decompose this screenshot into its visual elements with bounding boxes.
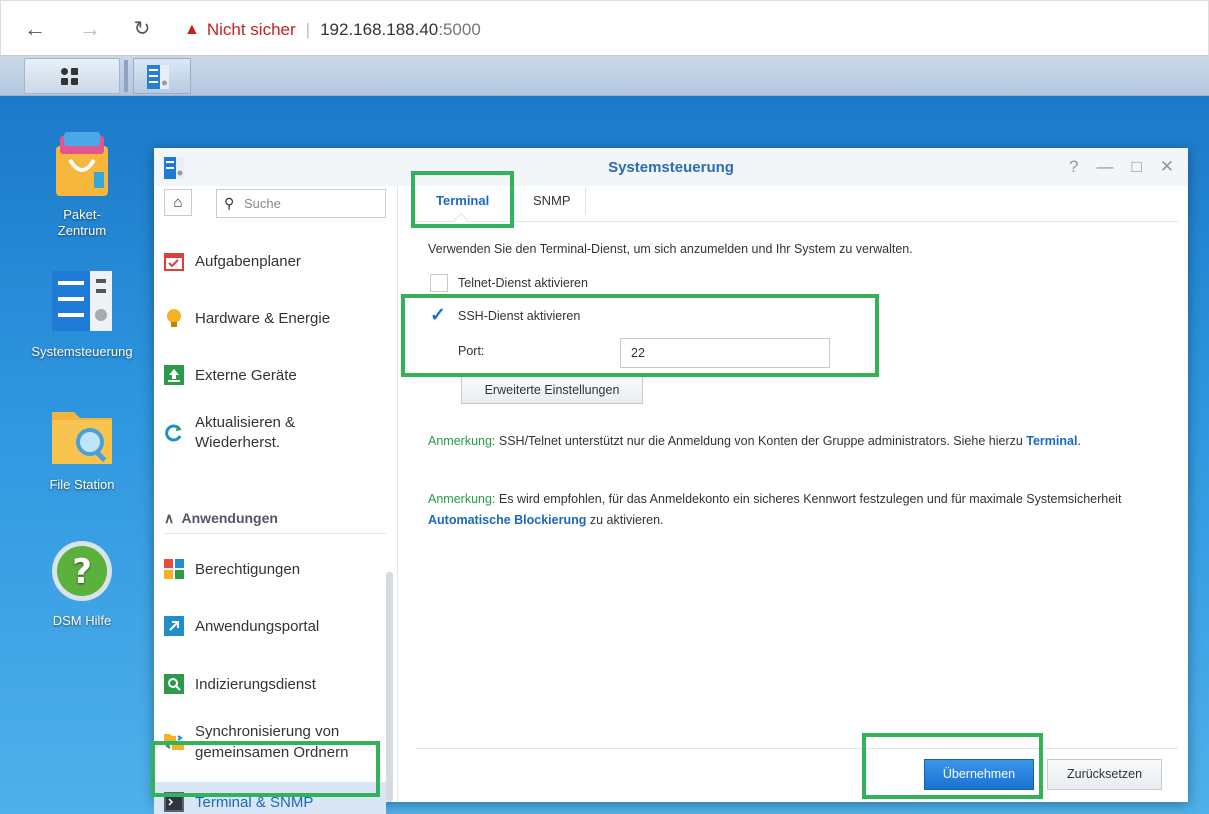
chevron-up-icon: ∧ <box>164 510 175 526</box>
address-separator: | <box>305 20 311 39</box>
terminal-link[interactable]: Terminal <box>1026 434 1077 448</box>
tab-snmp[interactable]: SNMP <box>533 193 571 208</box>
forward-arrow-icon[interactable]: → <box>76 15 104 43</box>
window-titlebar[interactable]: Systemsteuerung ? — □ ✕ <box>154 148 1188 186</box>
minimize-icon[interactable]: — <box>1096 157 1113 177</box>
taskbar-divider <box>124 60 128 92</box>
note-text: Es wird empfohlen, für das Anmeldekonto … <box>495 492 1122 506</box>
close-icon[interactable]: ✕ <box>1160 157 1174 177</box>
sidebar-section-applications[interactable]: ∧ Anwendungen <box>164 510 386 534</box>
content-pane: Terminal SNMP Verwenden Sie den Terminal… <box>416 186 1178 802</box>
back-arrow-icon[interactable]: ← <box>21 15 49 43</box>
window-controls: ? — □ ✕ <box>1069 157 1174 177</box>
search-input[interactable]: ⚲ Suche <box>216 189 386 218</box>
footer-divider <box>416 748 1178 749</box>
taskbar-control-panel-button[interactable] <box>133 58 191 94</box>
sidebar-item-label: Anwendungsportal <box>195 617 320 635</box>
note-label: Anmerkung: <box>428 492 496 506</box>
url-port: :5000 <box>438 20 481 39</box>
desktop-icon-label: File Station <box>49 477 115 492</box>
main-menu-button[interactable] <box>24 58 120 94</box>
highlight-box-sidebar-terminal <box>151 741 380 797</box>
note-end: . <box>1077 434 1081 448</box>
main-menu-icon <box>61 68 79 86</box>
sidebar-item-app-portal[interactable]: Anwendungsportal <box>164 611 386 641</box>
permissions-icon <box>164 559 184 579</box>
telnet-checkbox[interactable] <box>430 274 448 292</box>
note-end: zu aktivieren. <box>586 513 664 527</box>
portal-icon <box>164 616 184 636</box>
sidebar-scrollbar[interactable] <box>386 572 393 802</box>
sidebar-item-label: Aktualisieren & Wiederherst. <box>195 414 296 451</box>
maximize-icon[interactable]: □ <box>1131 157 1141 177</box>
control-panel-icon <box>52 271 112 331</box>
sidebar-item-label: Externe Geräte <box>195 366 297 384</box>
desktop-icon-label: Systemsteuerung <box>31 344 133 359</box>
help-icon[interactable]: ? <box>1069 157 1078 177</box>
tab-divider <box>585 188 586 214</box>
note-ssh-admin: Anmerkung: SSH/Telnet unterstützt nur di… <box>428 431 1148 452</box>
address-bar[interactable]: ▲ Nicht sicher | 192.168.188.40:5000 <box>184 20 481 40</box>
lightbulb-icon <box>167 309 181 327</box>
sidebar-item-label: Hardware & Energie <box>195 309 331 327</box>
window-title: Systemsteuerung <box>608 159 734 176</box>
sidebar-item-label: Aufgabenplaner <box>195 252 301 270</box>
home-button[interactable]: ⌂ <box>164 189 192 216</box>
sidebar-item-update-restore[interactable]: Aktualisieren & Wiederherst. <box>164 408 386 458</box>
desktop-icon-label: DSM Hilfe <box>52 613 112 628</box>
desktop-icon-package-center[interactable]: Paket- Zentrum <box>12 132 152 239</box>
note-password: Anmerkung: Es wird empfohlen, für das An… <box>428 489 1148 531</box>
sidebar: ⌂ ⚲ Suche Aufgabenplaner Hardware & Ener… <box>154 186 398 814</box>
sidebar-item-aufgabenplaner[interactable]: Aufgabenplaner <box>164 246 386 276</box>
upload-icon <box>164 365 184 385</box>
advanced-settings-button[interactable]: Erweiterte Einstellungen <box>461 376 643 404</box>
search-placeholder: Suche <box>244 196 281 211</box>
note-text: SSH/Telnet unterstützt nur die Anmeldung… <box>495 434 1027 448</box>
desktop-icon-dsm-help[interactable]: ? DSM Hilfe <box>12 538 152 628</box>
dsm-taskbar <box>0 56 1209 96</box>
help-icon: ? <box>52 541 112 601</box>
sidebar-item-permissions[interactable]: Berechtigungen <box>164 554 386 584</box>
auto-block-link[interactable]: Automatische Blockierung <box>428 513 586 527</box>
calendar-icon <box>164 253 184 271</box>
reload-icon[interactable]: ↻ <box>128 15 156 43</box>
desktop-icon-file-station[interactable]: File Station <box>12 402 152 492</box>
home-icon: ⌂ <box>173 194 183 211</box>
control-panel-icon <box>147 65 169 89</box>
terminal-description: Verwenden Sie den Terminal-Dienst, um si… <box>428 242 913 256</box>
sidebar-section-label: Anwendungen <box>181 510 278 526</box>
control-panel-window: Systemsteuerung ? — □ ✕ ⌂ ⚲ Suche Aufgab… <box>154 148 1188 814</box>
folder-search-icon <box>52 412 112 464</box>
sidebar-item-label: Indizierungsdienst <box>195 675 316 693</box>
sidebar-item-external-devices[interactable]: Externe Geräte <box>164 360 386 390</box>
highlight-box-apply <box>862 733 1043 799</box>
desktop-icon-control-panel[interactable]: Systemsteuerung <box>12 269 152 359</box>
search-icon: ⚲ <box>224 195 235 211</box>
url-host: 192.168.188.40 <box>320 20 439 39</box>
not-secure-label: Nicht sicher <box>206 20 296 39</box>
highlight-box-terminal-tab <box>411 171 514 228</box>
tab-bar: Terminal SNMP <box>416 186 1178 228</box>
package-center-icon <box>56 132 108 196</box>
warning-triangle-icon: ▲ <box>184 21 200 38</box>
desktop-icon-label: Paket- Zentrum <box>57 207 107 238</box>
svg-text:?: ? <box>72 552 92 592</box>
note-label: Anmerkung: <box>428 434 496 448</box>
sidebar-item-label: Berechtigungen <box>195 560 301 578</box>
sidebar-item-indexing[interactable]: Indizierungsdienst <box>164 669 386 699</box>
telnet-label: Telnet-Dienst aktivieren <box>458 276 588 290</box>
sidebar-item-hardware[interactable]: Hardware & Energie <box>164 303 386 333</box>
refresh-icon <box>165 424 182 442</box>
highlight-box-ssh-settings <box>401 294 879 377</box>
browser-toolbar: ← → ↻ ▲ Nicht sicher | 192.168.188.40:50… <box>0 0 1209 56</box>
index-icon <box>164 674 184 694</box>
reset-button[interactable]: Zurücksetzen <box>1047 759 1162 790</box>
